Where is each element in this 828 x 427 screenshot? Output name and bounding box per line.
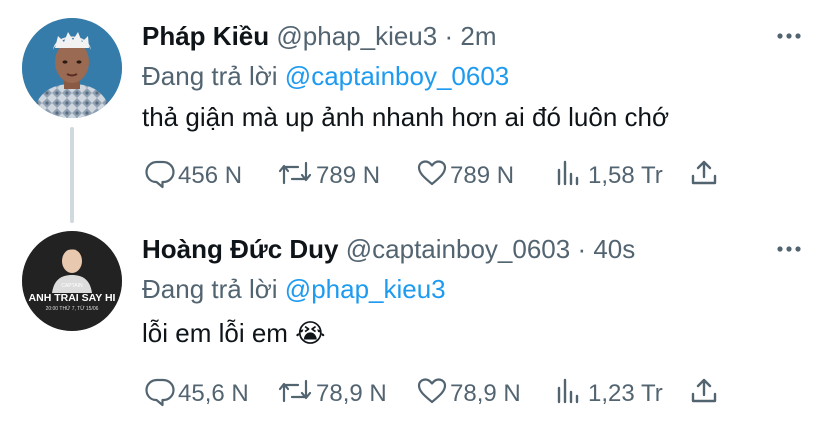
tweet-header: Hoàng Đức Duy @captainboy_0603 · 40s (142, 233, 635, 265)
retweet-count: 789 N (316, 162, 381, 189)
timestamp[interactable]: 2m (460, 21, 496, 51)
thread-line (70, 127, 74, 223)
retweet-button[interactable]: 789 N (276, 160, 380, 192)
tweet-text: thả giận mà up ảnh nhanh hơn ai đó luôn … (142, 102, 670, 132)
views-button[interactable]: 1,23 Tr (554, 378, 663, 410)
heart-icon (416, 375, 448, 414)
tweet-actions: 45,6 N 78,9 N 78,9 N 1,23 Tr (140, 377, 740, 410)
user-handle[interactable]: @phap_kieu3 (276, 21, 437, 51)
retweet-count: 78,9 N (316, 380, 387, 407)
avatar-hoang-duc-duy[interactable]: CAPTAIN ANH TRAI SAY HI 20:00 THỨ 7, TỪ … (22, 231, 122, 331)
user-handle[interactable]: @captainboy_0603 (346, 234, 570, 264)
more-icon[interactable] (774, 24, 804, 48)
share-icon (688, 157, 720, 196)
replying-to-label: Đang trả lời (142, 61, 278, 91)
views-count: 1,58 Tr (588, 162, 663, 189)
reply-count: 45,6 N (178, 380, 249, 407)
like-button[interactable]: 789 N (416, 159, 515, 192)
retweet-icon (276, 375, 314, 414)
views-button[interactable]: 1,58 Tr (554, 160, 663, 192)
display-name[interactable]: Hoàng Đức Duy (142, 234, 339, 264)
more-icon[interactable] (774, 237, 804, 261)
retweet-icon (276, 157, 314, 196)
views-icon (554, 375, 586, 414)
share-icon (688, 375, 720, 414)
replying-to-mention[interactable]: @captainboy_0603 (285, 61, 509, 91)
avatar-caption-2: ANH TRAI SAY HI (29, 292, 116, 304)
share-button[interactable] (688, 378, 720, 410)
views-icon (554, 157, 586, 196)
avatar-caption-1: CAPTAIN (61, 283, 83, 289)
display-name[interactable]: Pháp Kiều (142, 21, 269, 51)
replying-to: Đang trả lời @captainboy_0603 (142, 60, 509, 92)
crying-emoji-icon: 😭 (295, 318, 326, 348)
replying-to-label: Đang trả lời (142, 274, 278, 304)
separator-dot: · (444, 21, 454, 51)
separator-dot: · (577, 234, 587, 264)
timestamp[interactable]: 40s (593, 234, 635, 264)
share-button[interactable] (688, 160, 720, 192)
reply-icon (144, 375, 176, 414)
like-count: 789 N (450, 162, 515, 189)
heart-icon (416, 157, 448, 196)
replying-to-mention[interactable]: @phap_kieu3 (285, 274, 446, 304)
like-button[interactable]: 78,9 N (416, 377, 521, 410)
tweet-1[interactable]: Pháp Kiều @phap_kieu3 · 2m Đang trả lời … (0, 0, 828, 223)
reply-button[interactable]: 456 N (144, 160, 242, 192)
tweet-text-container: lỗi em lỗi em 😭 (142, 317, 326, 349)
like-count: 78,9 N (450, 380, 521, 407)
avatar-caption-3: 20:00 THỨ 7, TỪ 15/06 (46, 305, 99, 312)
tweet-2[interactable]: CAPTAIN ANH TRAI SAY HI 20:00 THỨ 7, TỪ … (0, 213, 828, 427)
reply-count: 456 N (178, 162, 243, 189)
views-count: 1,23 Tr (588, 380, 663, 407)
replying-to: Đang trả lời @phap_kieu3 (142, 273, 446, 305)
avatar-phap-kieu[interactable] (22, 18, 122, 118)
retweet-button[interactable]: 78,9 N (276, 378, 387, 410)
reply-button[interactable]: 45,6 N (144, 378, 249, 410)
tweet-header: Pháp Kiều @phap_kieu3 · 2m (142, 20, 497, 52)
tweet-text: lỗi em lỗi em (142, 318, 288, 348)
tweet-actions: 456 N 789 N 789 N 1,58 Tr (140, 159, 740, 192)
reply-icon (144, 157, 176, 196)
